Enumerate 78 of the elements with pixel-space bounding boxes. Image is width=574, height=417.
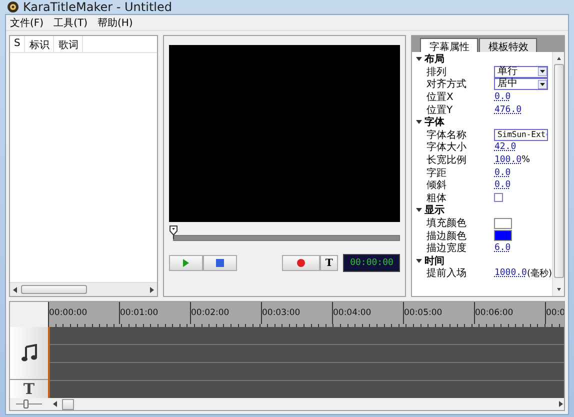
- property-label: 字体大小: [426, 140, 468, 154]
- app-icon: [7, 1, 19, 13]
- record-icon: [296, 258, 306, 268]
- dropdown[interactable]: 居中: [494, 78, 548, 90]
- property-label: 粗体: [426, 192, 448, 204]
- record-button[interactable]: [282, 255, 320, 271]
- menu-item[interactable]: 工具(T): [54, 16, 88, 30]
- tick-label: 00:01:00: [119, 302, 190, 324]
- number-value[interactable]: 42.0: [494, 142, 516, 152]
- property-label: 字距: [426, 166, 448, 180]
- number-value[interactable]: 1000.0: [494, 268, 527, 278]
- property-label: 描边颜色: [426, 230, 468, 242]
- dropdown[interactable]: 单行: [494, 66, 548, 78]
- text-track-header: T: [10, 380, 48, 398]
- scroll-right-icon: [558, 400, 564, 408]
- number-value[interactable]: 0.0: [494, 168, 511, 178]
- collapse-icon[interactable]: [415, 256, 424, 265]
- tick-label: 00:02:00: [190, 302, 261, 324]
- number-value[interactable]: 6.0: [494, 243, 511, 254]
- zoom-slider-icon[interactable]: [14, 399, 44, 409]
- music-note-icon: [21, 344, 37, 362]
- play-button[interactable]: [169, 255, 204, 271]
- property-label: 填充颜色: [426, 216, 468, 230]
- collapse-icon[interactable]: [415, 118, 424, 126]
- dropdown[interactable]: SimSun-Ext: [494, 128, 548, 141]
- color-swatch[interactable]: [494, 218, 512, 229]
- time-display: 00:00:00: [343, 254, 400, 272]
- slider-thumb[interactable]: [169, 225, 178, 239]
- unit-label: (毫秒): [526, 267, 552, 280]
- column-header[interactable]: 歌词: [54, 36, 84, 52]
- tick-label: 00:04:00: [332, 302, 403, 324]
- window-title: KaraTitleMaker - Untitled: [23, 0, 172, 14]
- section-title: 显示: [424, 204, 444, 218]
- color-swatch[interactable]: [494, 230, 512, 242]
- column-header[interactable]: S: [10, 36, 26, 52]
- property-label: 提前入场: [426, 266, 468, 280]
- dropdown-arrow-icon: [538, 67, 548, 76]
- tab[interactable]: 模板特效: [479, 38, 538, 52]
- checkbox[interactable]: [494, 193, 504, 202]
- track-area[interactable]: [48, 327, 564, 398]
- unit-label: %: [522, 155, 530, 166]
- collapse-icon[interactable]: [415, 206, 424, 214]
- property-label: 位置Y: [426, 104, 454, 116]
- scrollbar-thumb[interactable]: [554, 64, 564, 278]
- tab[interactable]: 字幕属性: [420, 38, 478, 52]
- property-label: 字体名称: [426, 128, 468, 142]
- menu-item[interactable]: 帮助(H): [97, 16, 133, 30]
- scrollbar-thumb[interactable]: [62, 398, 74, 410]
- scrollbar-thumb[interactable]: [21, 285, 87, 294]
- position-slider[interactable]: [169, 225, 400, 241]
- section-title: 时间: [424, 254, 444, 268]
- property-label: 排列: [426, 66, 448, 78]
- number-value[interactable]: 100.0: [494, 155, 522, 166]
- column-header[interactable]: 标识: [25, 36, 54, 52]
- stop-button[interactable]: [203, 255, 238, 271]
- text-button[interactable]: T: [320, 255, 338, 271]
- collapse-icon[interactable]: [415, 55, 424, 64]
- tick-label: 00:00:00: [48, 302, 119, 324]
- number-value[interactable]: 0.0: [494, 180, 511, 190]
- play-icon: [181, 258, 192, 268]
- property-label: 倾斜: [426, 178, 448, 192]
- property-label: 描边宽度: [426, 242, 468, 256]
- tick-label: 00:05:00: [403, 302, 474, 324]
- number-value[interactable]: 0.0: [494, 92, 511, 102]
- property-label: 长宽比例: [426, 154, 468, 168]
- section-title: 布局: [424, 52, 444, 66]
- menu-item[interactable]: 文件(F): [10, 16, 44, 30]
- stop-icon: [215, 258, 226, 268]
- property-label: 对齐方式: [426, 78, 468, 92]
- section-title: 字体: [424, 115, 444, 130]
- tick-label: 00:03:00: [261, 302, 332, 324]
- property-label: 位置X: [426, 90, 454, 104]
- dropdown-arrow-icon: [538, 80, 548, 89]
- scroll-left-icon: [12, 286, 18, 294]
- tick-label: 00:06:00: [474, 302, 545, 324]
- number-value[interactable]: 476.0: [494, 104, 522, 115]
- scroll-right-icon: [149, 286, 156, 294]
- scroll-left-icon: [52, 400, 58, 408]
